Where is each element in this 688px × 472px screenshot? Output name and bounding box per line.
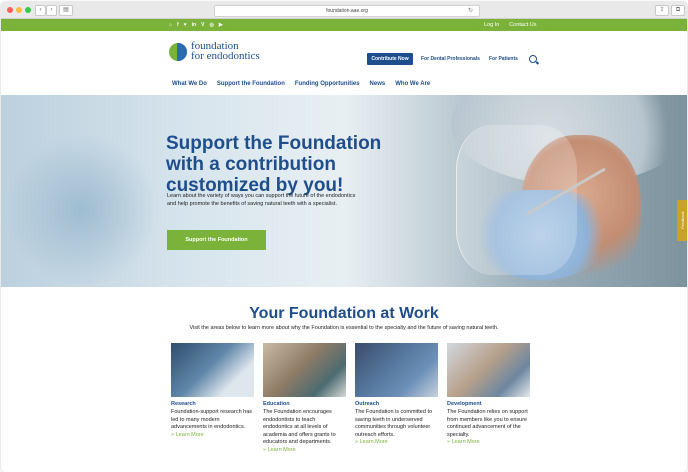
social-links: ⌂ f ♥ in V ◎ ▶ [169, 19, 223, 31]
nav-item-who-we-are[interactable]: Who We Are [395, 81, 430, 87]
card-title[interactable]: Education [263, 401, 346, 407]
site-logo[interactable]: foundation for endodontics [191, 41, 260, 62]
maximize-window-button[interactable] [25, 7, 31, 13]
dental-professionals-link[interactable]: For Dental Professionals [421, 53, 480, 65]
card-text: The Foundation relies on support from me… [447, 409, 528, 438]
hero-background-shape [1, 135, 161, 285]
back-button[interactable]: ‹ [35, 5, 46, 16]
browser-toolbar: ‹ › ▤ foundation.aae.org ↻ ⇪ ⧉ [1, 2, 687, 19]
feedback-tab[interactable]: Feedback [677, 200, 687, 241]
account-links: Log In Contact Us [484, 19, 537, 31]
card-title[interactable]: Outreach [355, 401, 438, 407]
outreach-image[interactable] [355, 343, 438, 397]
card-research: Research Foundation-support research has… [171, 343, 254, 439]
home-icon[interactable]: ⌂ [169, 22, 172, 28]
nav-item-support[interactable]: Support the Foundation [217, 81, 285, 87]
learn-more-link[interactable]: » Learn More [355, 439, 438, 447]
learn-more-link[interactable]: » Learn More [263, 447, 346, 455]
browser-window: ‹ › ▤ foundation.aae.org ↻ ⇪ ⧉ ⌂ f ♥ in … [1, 2, 687, 472]
card-text: Foundation-support research has led to m… [171, 409, 253, 430]
research-image[interactable] [171, 343, 254, 397]
vimeo-icon[interactable]: V [201, 22, 204, 28]
development-image[interactable] [447, 343, 530, 397]
main-navigation: What We Do Support the Foundation Fundin… [172, 81, 430, 87]
card-title[interactable]: Research [171, 401, 254, 407]
nav-item-news[interactable]: News [370, 81, 386, 87]
card-title[interactable]: Development [447, 401, 530, 407]
close-window-button[interactable] [7, 7, 13, 13]
sidebar-icon: ▤ [63, 7, 69, 13]
card-text: The Foundation encourages endodontists t… [263, 409, 336, 445]
youtube-icon[interactable]: ▶ [219, 22, 223, 28]
forward-icon: › [50, 7, 53, 13]
linkedin-icon[interactable]: in [192, 22, 196, 28]
share-button[interactable]: ⇪ [655, 5, 669, 16]
support-foundation-button[interactable]: Support the Foundation [167, 230, 266, 250]
hero-title: Support the Foundation with a contributi… [166, 133, 382, 196]
patients-link[interactable]: For Patients [489, 53, 518, 65]
education-image[interactable] [263, 343, 346, 397]
reload-icon[interactable]: ↻ [468, 6, 473, 16]
card-development: Development The Foundation relies on sup… [447, 343, 530, 447]
utility-bar: ⌂ f ♥ in V ◎ ▶ Log In Contact Us [1, 19, 687, 31]
search-icon[interactable] [529, 55, 537, 63]
twitter-icon[interactable]: ♥ [184, 22, 187, 28]
hero-description: Learn about the variety of ways you can … [167, 193, 356, 207]
logo-line2: for endodontics [191, 50, 260, 62]
share-icon: ⇪ [659, 7, 665, 13]
learn-more-link[interactable]: » Learn More [171, 432, 254, 440]
section-title: Your Foundation at Work [249, 305, 439, 322]
back-icon: ‹ [39, 7, 42, 13]
logo-icon[interactable] [169, 43, 187, 61]
facebook-icon[interactable]: f [177, 22, 179, 28]
nav-item-what-we-do[interactable]: What We Do [172, 81, 207, 87]
address-bar[interactable]: foundation.aae.org ↻ [214, 5, 480, 17]
card-education: Education The Foundation encourages endo… [263, 343, 346, 454]
login-link[interactable]: Log In [484, 22, 499, 28]
section-subtitle: Visit the areas below to learn more abou… [189, 325, 499, 331]
url-text: foundation.aae.org [326, 8, 368, 14]
card-outreach: Outreach The Foundation is committed to … [355, 343, 438, 447]
instagram-icon[interactable]: ◎ [209, 22, 213, 28]
contact-link[interactable]: Contact Us [509, 22, 536, 28]
hero-face-shield [456, 125, 577, 275]
contribute-now-button[interactable]: Contribute Now [367, 53, 413, 65]
learn-more-link[interactable]: » Learn More [447, 439, 530, 447]
minimize-window-button[interactable] [16, 7, 22, 13]
forward-button[interactable]: › [46, 5, 57, 16]
nav-item-funding[interactable]: Funding Opportunities [295, 81, 360, 87]
tabs-icon: ⧉ [675, 7, 681, 13]
site-header: foundation for endodontics Contribute No… [1, 31, 687, 77]
tabs-button[interactable]: ⧉ [671, 5, 685, 16]
card-text: The Foundation is committed to saving te… [355, 409, 433, 438]
sidebar-button[interactable]: ▤ [59, 5, 73, 16]
